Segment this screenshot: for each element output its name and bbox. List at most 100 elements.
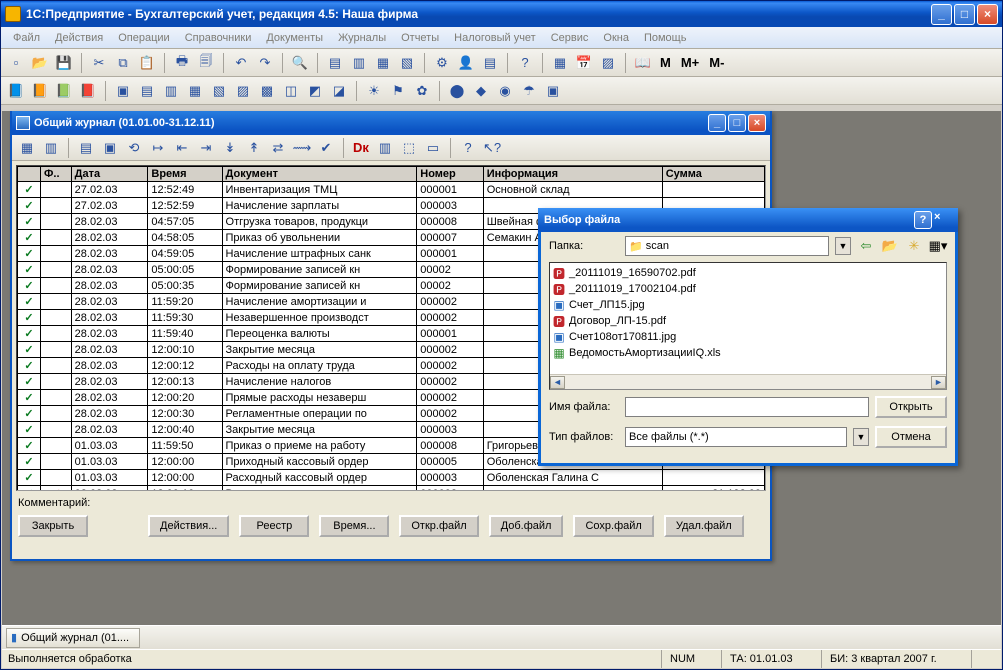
tb-icon-b[interactable]: ▥ (348, 52, 370, 74)
file-list[interactable]: 🅿_20111019_16590702.pdf🅿_20111019_170021… (549, 262, 947, 390)
print-icon[interactable]: 🖶 (171, 52, 193, 74)
jt-icon-15[interactable]: ⬚ (398, 137, 420, 159)
jb-icon-14[interactable]: ◪ (328, 80, 350, 102)
redo-icon[interactable]: ↷ (254, 52, 276, 74)
file-list-hscrollbar[interactable]: ◄ ► (550, 374, 946, 389)
journal-button-0[interactable]: Закрыть (18, 515, 88, 537)
jb-icon-6[interactable]: ▤ (136, 80, 158, 102)
filetype-combo[interactable]: Все файлы (*.*) (625, 427, 847, 447)
new-icon[interactable]: ▫ (5, 52, 27, 74)
menu-10[interactable]: Помощь (638, 30, 693, 46)
minimize-button[interactable]: _ (931, 4, 952, 25)
dialog-help-button[interactable]: ? (914, 211, 932, 229)
file-item[interactable]: 🅿_20111019_17002104.pdf (552, 281, 944, 297)
jb-icon-19[interactable]: ◆ (470, 80, 492, 102)
journal-button-4[interactable]: Откр.файл (399, 515, 478, 537)
filetype-dropdown-button[interactable]: ▼ (853, 428, 869, 446)
jb-icon-5[interactable]: ▣ (112, 80, 134, 102)
book-icon[interactable]: 📖 (632, 52, 654, 74)
find-icon[interactable]: 🔍 (289, 52, 311, 74)
jt-icon-16[interactable]: ▭ (422, 137, 444, 159)
jt-icon-10[interactable]: ↟ (243, 137, 265, 159)
jb-icon-17[interactable]: ✿ (411, 80, 433, 102)
col-header[interactable]: Дата (71, 167, 148, 182)
filename-input[interactable] (625, 397, 869, 417)
col-header[interactable]: Сумма (662, 167, 764, 182)
tb-icon-h[interactable]: ▨ (597, 52, 619, 74)
jt-icon-2[interactable]: ▥ (40, 137, 62, 159)
jb-icon-21[interactable]: ☂ (518, 80, 540, 102)
hscroll-right-button[interactable]: ► (931, 376, 946, 389)
jt-icon-9[interactable]: ↡ (219, 137, 241, 159)
jt-icon-13[interactable]: ✔ (315, 137, 337, 159)
nav-newfolder-icon[interactable]: ✳ (905, 237, 923, 255)
menu-5[interactable]: Журналы (332, 30, 392, 46)
jb-icon-1[interactable]: 📘 (5, 80, 27, 102)
col-header[interactable]: Ф.. (41, 167, 72, 182)
jb-icon-18[interactable]: ⬤ (446, 80, 468, 102)
jb-icon-22[interactable]: ▣ (542, 80, 564, 102)
jb-icon-7[interactable]: ▥ (160, 80, 182, 102)
journal-button-5[interactable]: Доб.файл (489, 515, 564, 537)
taskbar-item[interactable]: ▮ Общий журнал (01.... (6, 628, 140, 648)
menu-7[interactable]: Налоговый учет (448, 30, 542, 46)
help-icon[interactable]: ? (514, 52, 536, 74)
jt-icon-5[interactable]: ⟲ (123, 137, 145, 159)
cut-icon[interactable]: ✂ (88, 52, 110, 74)
jb-icon-10[interactable]: ▨ (232, 80, 254, 102)
tb-icon-c[interactable]: ▦ (372, 52, 394, 74)
titlebar[interactable]: 1С:Предприятие - Бухгалтерский учет, ред… (1, 1, 1002, 27)
col-header[interactable]: Время (148, 167, 222, 182)
jt-icon-3[interactable]: ▤ (75, 137, 97, 159)
table-row[interactable]: ✓01.03.0312:00:00Расходный кассовый орде… (18, 470, 765, 486)
file-item[interactable]: ▣Счет_ЛП15.jpg (552, 297, 944, 313)
tb-icon-f[interactable]: 👤 (455, 52, 477, 74)
jb-icon-12[interactable]: ◫ (280, 80, 302, 102)
journal-maximize-button[interactable]: □ (728, 114, 746, 132)
jb-icon-15[interactable]: ☀ (363, 80, 385, 102)
menu-3[interactable]: Справочники (179, 30, 258, 46)
save-icon[interactable]: 💾 (53, 52, 75, 74)
menu-6[interactable]: Отчеты (395, 30, 445, 46)
journal-button-1[interactable]: Действия... (148, 515, 229, 537)
jb-icon-4[interactable]: 📕 (77, 80, 99, 102)
jb-icon-20[interactable]: ◉ (494, 80, 516, 102)
jb-icon-3[interactable]: 📗 (53, 80, 75, 102)
jb-icon-16[interactable]: ⚑ (387, 80, 409, 102)
jt-icon-12[interactable]: ⟿ (291, 137, 313, 159)
memory-mminus[interactable]: M- (705, 52, 728, 74)
jt-icon-14[interactable]: ▥ (374, 137, 396, 159)
table-row[interactable]: ✓27.02.0312:52:49Инвентаризация ТМЦ00000… (18, 182, 765, 198)
calc-icon[interactable]: ▦ (549, 52, 571, 74)
cancel-button[interactable]: Отмена (875, 426, 947, 448)
memory-m[interactable]: M (656, 52, 675, 74)
nav-up-icon[interactable]: 📂 (881, 237, 899, 255)
menu-2[interactable]: Операции (112, 30, 175, 46)
jt-icon-8[interactable]: ⇥ (195, 137, 217, 159)
table-row[interactable]: ✓✔02.03.0312:00:10Выплата зарплаты000002… (18, 486, 765, 492)
undo-icon[interactable]: ↶ (230, 52, 252, 74)
col-header[interactable] (18, 167, 41, 182)
jt-icon-11[interactable]: ⇄ (267, 137, 289, 159)
menu-9[interactable]: Окна (597, 30, 635, 46)
jb-icon-9[interactable]: ▧ (208, 80, 230, 102)
jt-pointer-icon[interactable]: ↖? (481, 137, 503, 159)
dialog-titlebar[interactable]: Выбор файла ? × (538, 208, 958, 232)
menu-0[interactable]: Файл (7, 30, 46, 46)
menu-4[interactable]: Документы (260, 30, 329, 46)
tb-icon-d[interactable]: ▧ (396, 52, 418, 74)
jt-icon-1[interactable]: ▦ (16, 137, 38, 159)
file-item[interactable]: ▦ВедомостьАмортизацииIQ.xls (552, 345, 944, 361)
maximize-button[interactable]: □ (954, 4, 975, 25)
paste-icon[interactable]: 📋 (136, 52, 158, 74)
col-header[interactable]: Номер (417, 167, 483, 182)
tb-icon-g[interactable]: ▤ (479, 52, 501, 74)
file-item[interactable]: ▣Счет108от170811.jpg (552, 329, 944, 345)
folder-dropdown-button[interactable]: ▼ (835, 237, 851, 255)
menu-8[interactable]: Сервис (545, 30, 595, 46)
preview-icon[interactable]: 🗐 (195, 52, 217, 74)
jb-icon-2[interactable]: 📙 (29, 80, 51, 102)
journal-button-6[interactable]: Сохр.файл (573, 515, 653, 537)
folder-combo[interactable]: 📁 scan (625, 236, 829, 256)
journal-button-2[interactable]: Реестр (239, 515, 309, 537)
